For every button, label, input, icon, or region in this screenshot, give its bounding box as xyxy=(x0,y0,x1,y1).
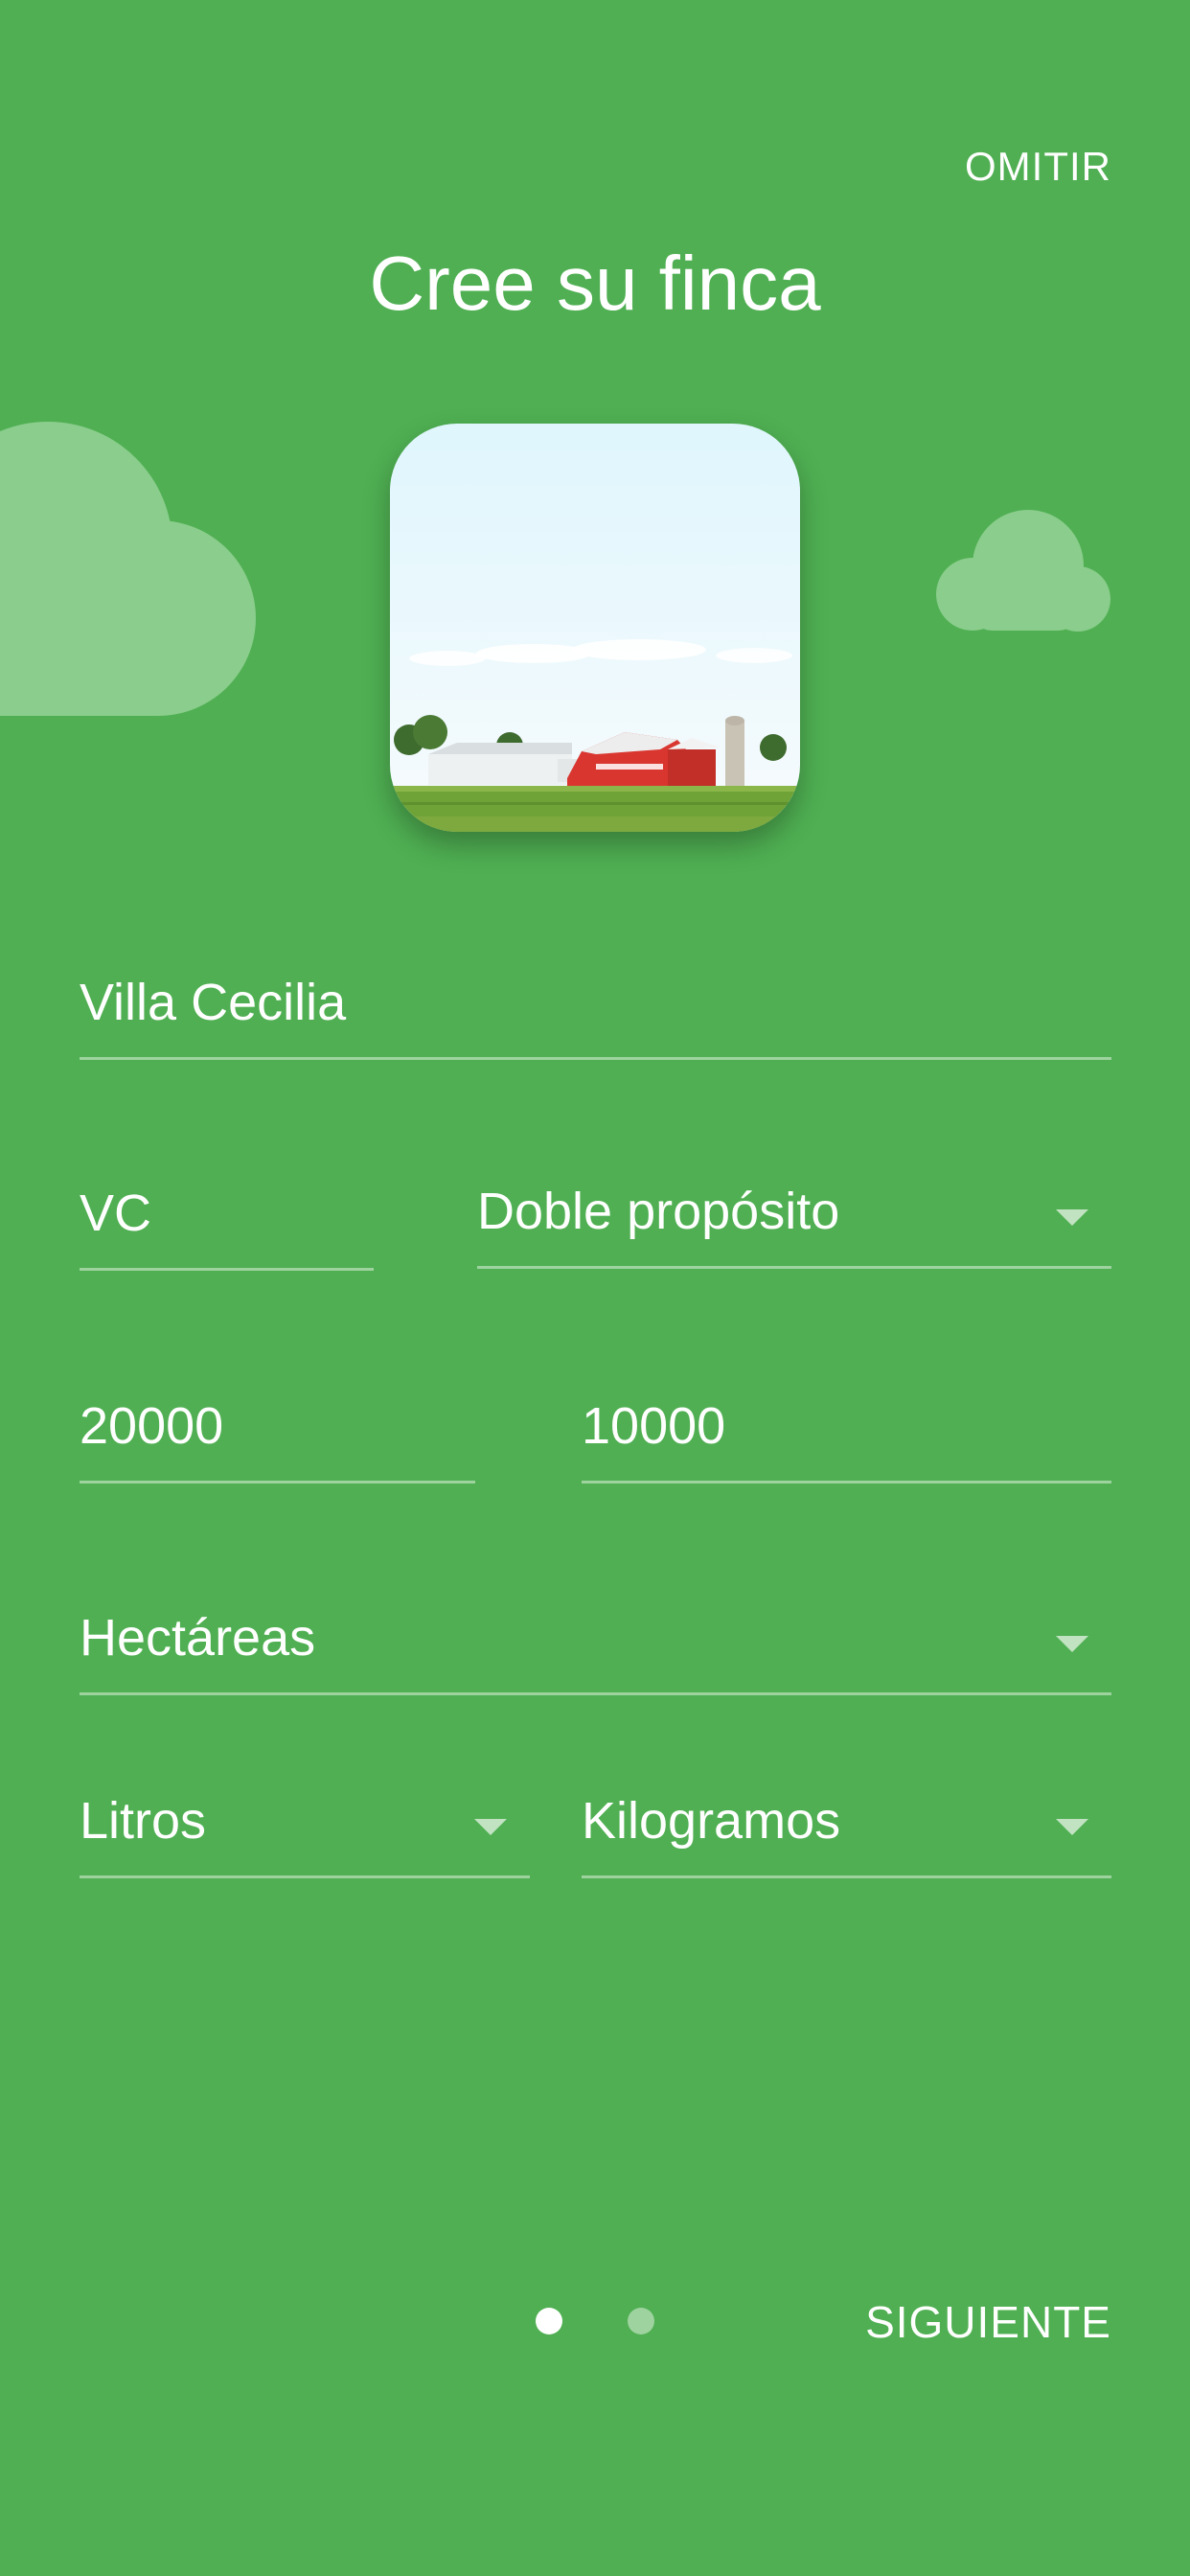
farm-initials-field[interactable]: VC xyxy=(80,1179,374,1271)
weight-unit-select[interactable]: Kilogramos xyxy=(582,1786,1111,1878)
chevron-down-icon xyxy=(1056,1819,1088,1835)
chevron-down-icon xyxy=(1056,1209,1088,1226)
number-value-1: 20000 xyxy=(80,1397,224,1455)
page-indicator-inactive xyxy=(628,2308,654,2334)
area-unit-select[interactable]: Hectáreas xyxy=(80,1603,1111,1695)
number-value-2: 10000 xyxy=(582,1397,726,1455)
number-field-2[interactable]: 10000 xyxy=(582,1392,1111,1484)
number-field-1[interactable]: 20000 xyxy=(80,1392,475,1484)
farm-initials-value: VC xyxy=(80,1184,152,1242)
weight-unit-value: Kilogramos xyxy=(582,1792,841,1850)
page-title: Cree su finca xyxy=(369,241,821,326)
farm-name-field[interactable]: Villa Cecilia xyxy=(80,968,1111,1060)
next-button[interactable]: SIGUIENTE xyxy=(843,2296,1111,2348)
farm-name-value: Villa Cecilia xyxy=(80,974,347,1031)
purpose-value: Doble propósito xyxy=(477,1183,840,1240)
farm-barn-icon xyxy=(390,424,800,832)
purpose-select[interactable]: Doble propósito xyxy=(477,1177,1111,1269)
area-unit-value: Hectáreas xyxy=(80,1609,316,1667)
page-indicator-active xyxy=(536,2308,562,2334)
volume-unit-value: Litros xyxy=(80,1792,207,1850)
chevron-down-icon xyxy=(474,1819,507,1835)
farm-image xyxy=(390,424,800,832)
volume-unit-select[interactable]: Litros xyxy=(80,1786,530,1878)
chevron-down-icon xyxy=(1056,1636,1088,1652)
cloud-icon xyxy=(0,422,256,716)
cloud-icon xyxy=(936,510,1110,632)
skip-button[interactable]: OMITIR xyxy=(939,144,1111,190)
